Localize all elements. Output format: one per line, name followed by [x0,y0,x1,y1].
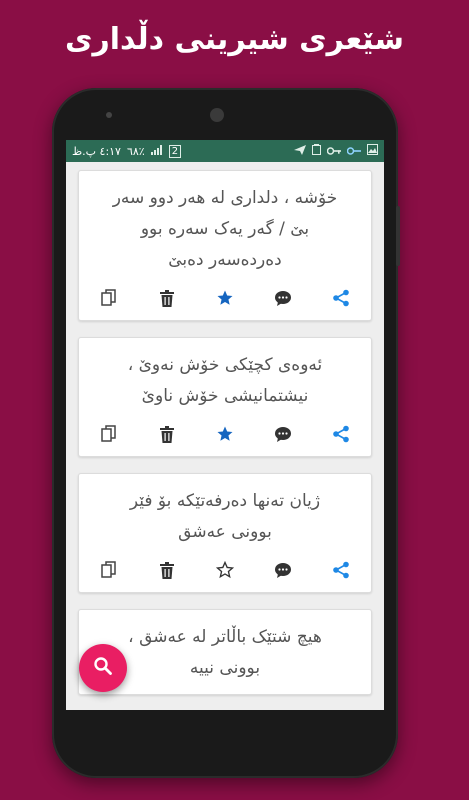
vpn-key-icon [346,145,361,158]
sensor-dot [106,112,112,118]
phone-top-bezel [52,88,398,144]
poem-text: ئەوەی کچێکی خۆش نەوێ ، نیشتمانیشی خۆش نا… [127,355,323,406]
image-icon [367,144,378,158]
card-actions [93,412,357,446]
status-bar: ٤:١٧ پ.ظ ٦٨٪ 2 [66,140,384,162]
star-outline-icon[interactable] [213,558,237,582]
send-icon [294,144,306,158]
copy-icon[interactable] [97,422,121,446]
share-icon[interactable] [329,558,353,582]
poem-card: ئەوەی کچێکی خۆش نەوێ ، نیشتمانیشی خۆش نا… [78,337,372,457]
share-icon[interactable] [329,286,353,310]
card-actions [93,548,357,582]
poem-text: ژیان تەنها دەرفەتێکە بۆ فێر بوونی عەشق [129,491,321,542]
power-button [396,206,400,266]
poem-list[interactable]: خۆشه ، دلداری له هەر دوو سەر بێ / گەر یە… [66,162,384,695]
poem-text: خۆشه ، دلداری له هەر دوو سەر بێ / گەر یە… [112,188,338,270]
poem-text: هیچ شتێک باڵاتر لە عەشق ، بوونی نییە [128,627,322,678]
status-time: ٤:١٧ پ.ظ [72,144,121,158]
poem-card: خۆشه ، دلداری له هەر دوو سەر بێ / گەر یە… [78,170,372,321]
copy-icon[interactable] [97,286,121,310]
app-screen: ٤:١٧ پ.ظ ٦٨٪ 2 خۆشه ، دلداری له هەر دوو … [66,140,384,710]
delete-icon[interactable] [155,286,179,310]
comment-icon[interactable] [271,422,295,446]
clipboard-icon [312,144,321,158]
delete-icon[interactable] [155,558,179,582]
battery-percent: ٦٨٪ [126,144,145,158]
star-filled-icon[interactable] [213,286,237,310]
comment-icon[interactable] [271,558,295,582]
phone-bottom-bezel [52,710,398,778]
key-icon [326,145,341,158]
front-camera [210,108,224,122]
share-icon[interactable] [329,422,353,446]
sim-badge: 2 [168,144,182,158]
signal-icon [150,144,163,158]
copy-icon[interactable] [97,558,121,582]
delete-icon[interactable] [155,422,179,446]
promo-title: شێعری شیرینی دڵداری [64,22,405,57]
poem-card: ژیان تەنها دەرفەتێکە بۆ فێر بوونی عەشق [78,473,372,593]
card-actions [93,276,357,310]
search-icon [93,656,113,680]
comment-icon[interactable] [271,286,295,310]
search-fab-button[interactable] [79,644,127,692]
star-filled-icon[interactable] [213,422,237,446]
